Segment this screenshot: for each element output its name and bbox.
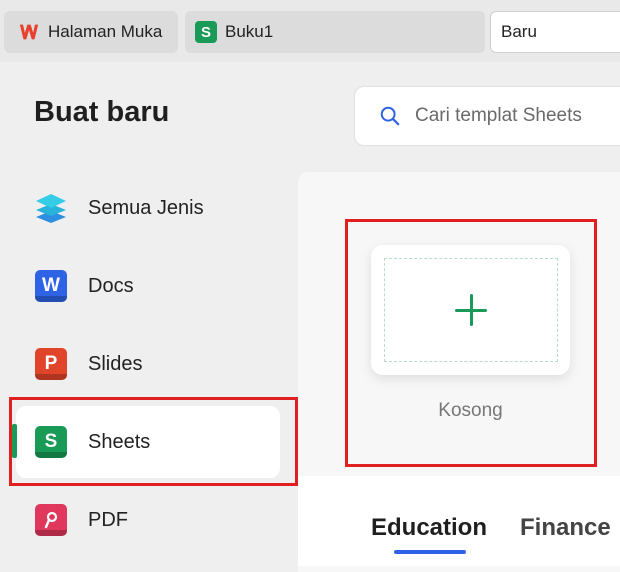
pdf-icon <box>35 504 67 536</box>
sidebar-item-pdf[interactable]: PDF <box>16 484 280 556</box>
search-input[interactable]: Cari templat Sheets <box>415 105 582 127</box>
tab-new-label: Baru <box>501 22 537 41</box>
page-title: Buat baru <box>34 96 170 128</box>
sidebar-item-label: Slides <box>88 352 143 375</box>
active-indicator <box>12 424 17 458</box>
category-tab-finance[interactable]: Finance <box>520 514 611 542</box>
tab-home[interactable]: Halaman Muka <box>4 11 178 53</box>
search-box[interactable]: Cari templat Sheets <box>354 86 620 146</box>
sidebar-item-label: PDF <box>88 508 128 531</box>
tab-new[interactable]: Baru <box>490 11 620 53</box>
blank-template-area <box>384 258 558 362</box>
sheets-icon: S <box>195 21 217 43</box>
tab-workbook[interactable]: S Buku1 <box>185 11 485 53</box>
category-tab-education[interactable]: Education <box>371 514 487 542</box>
tab-workbook-label: Buku1 <box>225 22 274 41</box>
tab-bar: Halaman Muka S Buku1 Baru <box>0 0 620 62</box>
docs-icon: W <box>35 270 67 302</box>
blank-template-label: Kosong <box>438 400 503 421</box>
layers-icon <box>34 191 68 225</box>
sidebar-item-slides[interactable]: P Slides <box>16 328 280 400</box>
sidebar-item-all-types[interactable]: Semua Jenis <box>16 172 280 244</box>
slides-icon: P <box>35 348 67 380</box>
wps-logo-icon <box>19 24 39 40</box>
plus-icon <box>455 294 487 326</box>
sidebar-item-label: Semua Jenis <box>88 196 204 219</box>
sidebar-item-label: Docs <box>88 274 134 297</box>
sidebar-item-sheets[interactable]: S Sheets <box>16 406 280 478</box>
sidebar-item-docs[interactable]: W Docs <box>16 250 280 322</box>
search-icon <box>380 106 400 126</box>
sidebar-item-label: Sheets <box>88 430 151 453</box>
blank-template-card[interactable] <box>371 245 570 375</box>
sheets-icon: S <box>35 426 67 458</box>
tab-home-label: Halaman Muka <box>48 22 163 41</box>
active-tab-underline <box>394 550 466 554</box>
